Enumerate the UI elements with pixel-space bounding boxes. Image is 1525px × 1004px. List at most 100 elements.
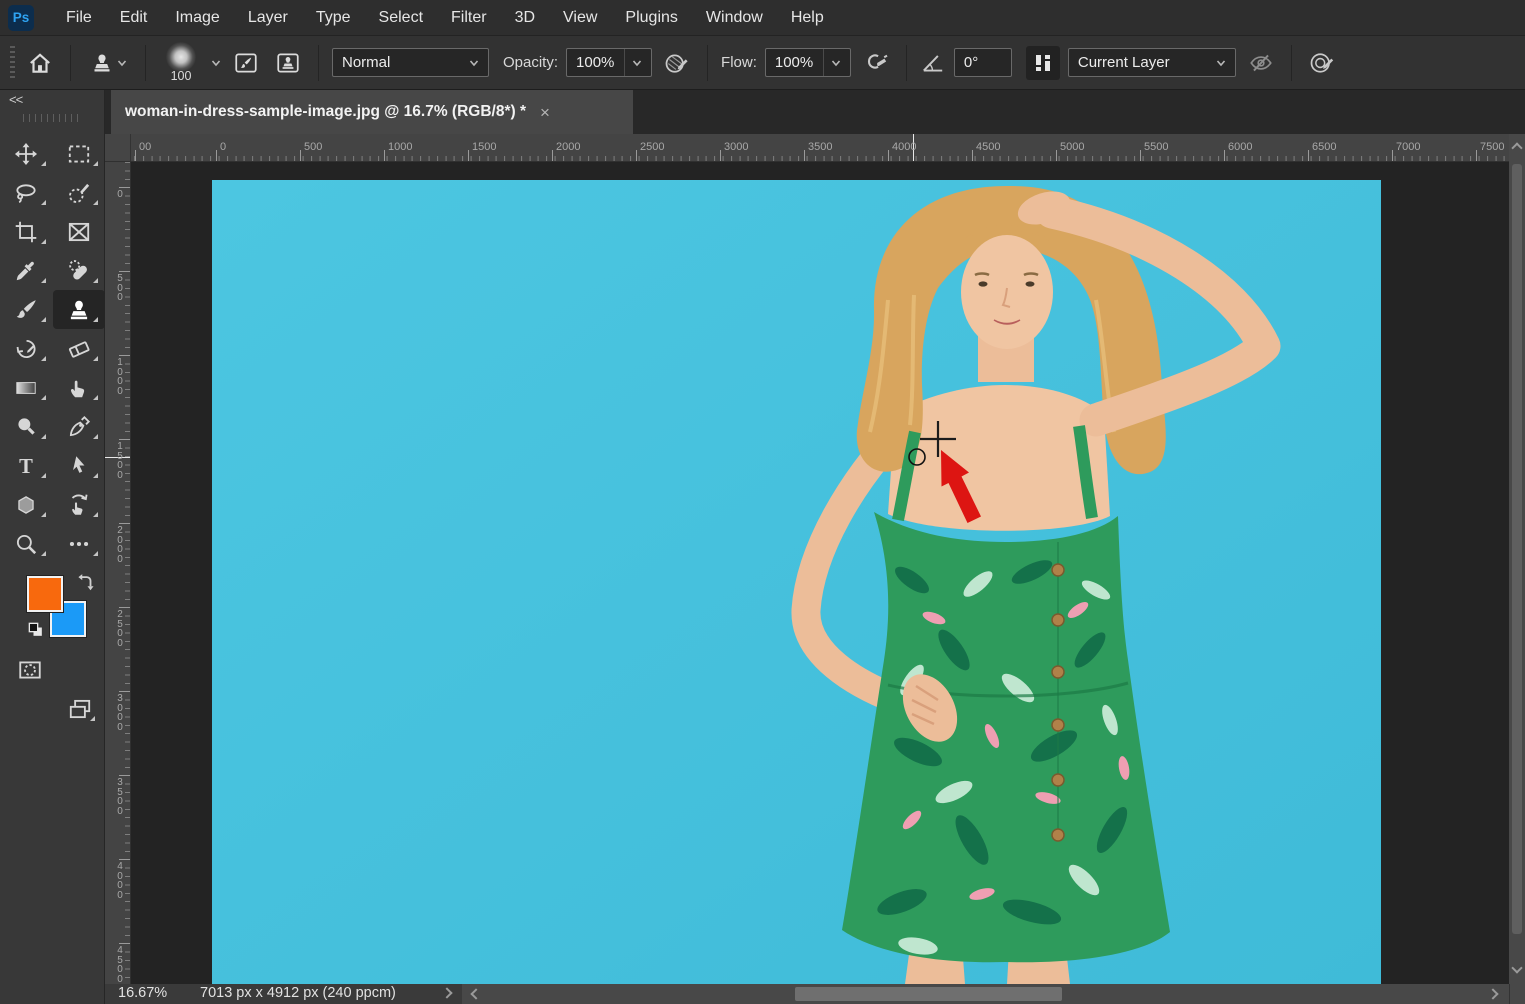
tool-path-selection[interactable] bbox=[53, 446, 106, 485]
h-ruler-label: 4000 bbox=[888, 150, 889, 161]
h-ruler-label: 5500 bbox=[1140, 150, 1141, 161]
ruler-corner bbox=[105, 134, 131, 162]
vertical-scrollbar[interactable] bbox=[1509, 134, 1525, 984]
screen-mode-button[interactable] bbox=[58, 689, 102, 728]
canvas-pasteboard[interactable] bbox=[131, 162, 1509, 984]
tool-eraser[interactable] bbox=[53, 329, 106, 368]
brush-preset-picker[interactable]: 100 bbox=[159, 42, 203, 83]
pressure-opacity-button[interactable] bbox=[660, 46, 694, 80]
chevron-down-icon bbox=[117, 59, 127, 67]
h-ruler-label: 500 bbox=[300, 150, 301, 161]
menu-filter[interactable]: Filter bbox=[437, 0, 501, 36]
scrollbar-corner bbox=[1509, 984, 1525, 1004]
opacity-field[interactable]: 100% bbox=[566, 48, 652, 77]
h-ruler-label: 6500 bbox=[1308, 150, 1309, 161]
flow-label: Flow: bbox=[721, 54, 757, 71]
quick-mask-button[interactable] bbox=[8, 650, 52, 689]
v-ruler-label: 4500 bbox=[119, 943, 130, 944]
v-ruler-label: 3000 bbox=[119, 691, 130, 692]
options-separator bbox=[70, 45, 71, 81]
panel-drag-handle[interactable] bbox=[23, 114, 83, 122]
menu-window[interactable]: Window bbox=[692, 0, 777, 36]
soft-brush-preview-icon bbox=[166, 42, 196, 72]
scroll-down-icon[interactable] bbox=[1511, 962, 1522, 973]
tool-spot-healing-brush[interactable] bbox=[53, 251, 106, 290]
tool-rotate-view[interactable] bbox=[53, 485, 106, 524]
menu-file[interactable]: File bbox=[52, 0, 106, 36]
tool-gradient[interactable] bbox=[0, 368, 53, 407]
tool-panel: << bbox=[0, 90, 105, 1004]
tool-move[interactable] bbox=[0, 134, 53, 173]
sample-select[interactable]: Current Layer bbox=[1068, 48, 1236, 77]
chevron-down-icon bbox=[1216, 59, 1226, 67]
chevron-down-icon[interactable] bbox=[211, 59, 221, 67]
horizontal-scrollbar-thumb[interactable] bbox=[795, 987, 1062, 1001]
menu-layer[interactable]: Layer bbox=[234, 0, 302, 36]
options-separator bbox=[318, 45, 319, 81]
flow-field[interactable]: 100% bbox=[765, 48, 851, 77]
horizontal-scrollbar[interactable] bbox=[462, 984, 1509, 1004]
toggle-clone-source-button[interactable] bbox=[271, 46, 305, 80]
h-ruler-label: 0 bbox=[216, 150, 217, 161]
tool-frame[interactable] bbox=[53, 212, 106, 251]
tool-eyedropper[interactable] bbox=[0, 251, 53, 290]
tool-brush[interactable] bbox=[0, 290, 53, 329]
svg-text:T: T bbox=[19, 456, 33, 478]
swap-colors-icon[interactable] bbox=[74, 573, 96, 595]
tool-clone-stamp[interactable] bbox=[53, 290, 106, 329]
menu-view[interactable]: View bbox=[549, 0, 611, 36]
menu-type[interactable]: Type bbox=[302, 0, 365, 36]
scroll-right-icon[interactable] bbox=[1487, 988, 1498, 999]
document-info[interactable]: 7013 px x 4912 px (240 ppcm) bbox=[200, 985, 396, 1001]
document-canvas-image[interactable] bbox=[212, 180, 1381, 984]
brush-angle-field[interactable]: 0° bbox=[954, 48, 1012, 77]
options-separator bbox=[906, 45, 907, 81]
menu-plugins[interactable]: Plugins bbox=[611, 0, 691, 36]
document-tab[interactable]: woman-in-dress-sample-image.jpg @ 16.7% … bbox=[111, 90, 633, 134]
document-tab-strip: woman-in-dress-sample-image.jpg @ 16.7% … bbox=[105, 90, 1525, 134]
tool-type[interactable]: T bbox=[0, 446, 53, 485]
pressure-size-button[interactable] bbox=[1305, 46, 1339, 80]
tool-rectangular-marquee[interactable] bbox=[53, 134, 106, 173]
toggle-brush-settings-button[interactable] bbox=[229, 46, 263, 80]
tool-crop[interactable] bbox=[0, 212, 53, 251]
options-separator bbox=[145, 45, 146, 81]
status-expand-icon[interactable] bbox=[441, 987, 452, 998]
menu-image[interactable]: Image bbox=[161, 0, 233, 36]
chevron-down-icon bbox=[632, 59, 642, 67]
ignore-adjustment-layers-button[interactable] bbox=[1244, 46, 1278, 80]
airbrush-button[interactable] bbox=[859, 46, 893, 80]
tool-shape[interactable] bbox=[0, 485, 53, 524]
tool-zoom[interactable] bbox=[0, 524, 53, 563]
edit-toolbar-button[interactable] bbox=[53, 524, 106, 563]
v-ruler-label: 500 bbox=[119, 271, 130, 272]
sample-value: Current Layer bbox=[1078, 54, 1209, 71]
tool-pen[interactable] bbox=[53, 407, 106, 446]
default-colors-icon[interactable] bbox=[26, 620, 46, 640]
photoshop-logo[interactable]: Ps bbox=[8, 5, 34, 31]
options-separator bbox=[1291, 45, 1292, 81]
menu-select[interactable]: Select bbox=[365, 0, 437, 36]
tool-smudge[interactable] bbox=[53, 368, 106, 407]
tool-dodge[interactable] bbox=[0, 407, 53, 446]
options-grip[interactable] bbox=[10, 46, 15, 80]
zoom-level-field[interactable]: 16.67% bbox=[118, 985, 167, 1001]
tool-quick-selection[interactable] bbox=[53, 173, 106, 212]
foreground-color-swatch[interactable] bbox=[27, 576, 63, 612]
eye-off-icon bbox=[1248, 50, 1274, 76]
close-tab-icon[interactable]: × bbox=[540, 104, 550, 121]
menu-3d[interactable]: 3D bbox=[501, 0, 549, 36]
blend-mode-select[interactable]: Normal bbox=[332, 48, 489, 77]
menu-help[interactable]: Help bbox=[777, 0, 838, 36]
scroll-left-icon[interactable] bbox=[470, 988, 481, 999]
tool-history-brush[interactable] bbox=[0, 329, 53, 368]
home-button[interactable] bbox=[23, 46, 57, 80]
menu-edit[interactable]: Edit bbox=[106, 0, 162, 36]
vertical-scrollbar-thumb[interactable] bbox=[1512, 164, 1522, 934]
tool-lasso[interactable] bbox=[0, 173, 53, 212]
tool-preset-picker[interactable] bbox=[84, 46, 132, 80]
collapse-panel-button[interactable]: << bbox=[9, 92, 22, 107]
aligned-sample-button[interactable] bbox=[1026, 46, 1060, 80]
scroll-up-icon[interactable] bbox=[1511, 142, 1522, 153]
v-ruler-label: 0 bbox=[119, 187, 130, 188]
